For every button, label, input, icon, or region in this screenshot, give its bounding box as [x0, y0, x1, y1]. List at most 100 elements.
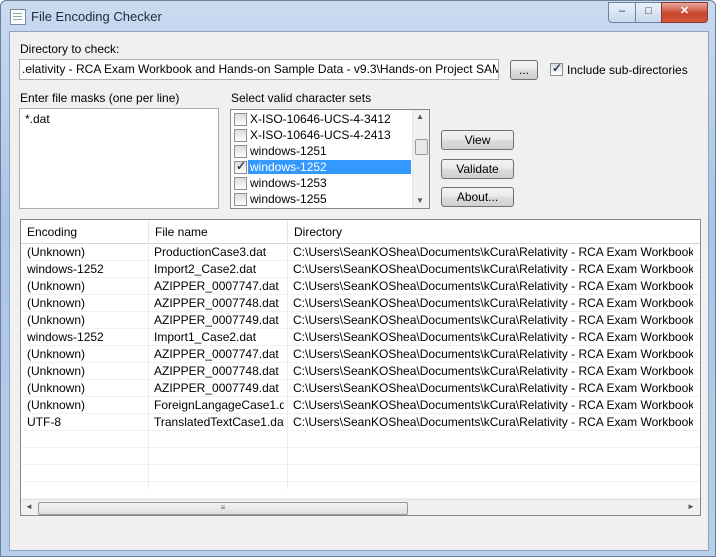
- cell-directory: C:\Users\SeanKOShea\Documents\kCura\Rela…: [293, 330, 693, 344]
- table-row[interactable]: (Unknown) AZIPPER_0007747.dat C:\Users\Sea…: [21, 278, 700, 295]
- directory-label: Directory to check:: [20, 42, 120, 56]
- results-table[interactable]: Encoding File name Directory (Unknown) Pr…: [20, 219, 701, 516]
- view-button[interactable]: View: [441, 130, 514, 150]
- cell-encoding: windows-1252: [27, 330, 104, 344]
- cell-file-name: TranslatedTextCase1.dat: [154, 415, 284, 429]
- charset-checkbox[interactable]: [234, 129, 247, 142]
- scroll-right-icon[interactable]: ►: [687, 502, 695, 511]
- cell-file-name: AZIPPER_0007747.dat: [154, 347, 279, 361]
- cell-directory: C:\Users\SeanKOShea\Documents\kCura\Rela…: [293, 262, 693, 276]
- cell-encoding: (Unknown): [27, 296, 86, 310]
- scroll-thumb[interactable]: ≡: [38, 502, 408, 515]
- results-horizontal-scrollbar[interactable]: ◄ ≡ ►: [21, 499, 700, 515]
- charset-checkbox[interactable]: [234, 113, 247, 126]
- file-masks-value: *.dat: [25, 112, 50, 126]
- table-row[interactable]: UTF-8 TranslatedTextCase1.dat C:\Users\Sea…: [21, 414, 700, 431]
- cell-directory: C:\Users\SeanKOShea\Documents\kCura\Rela…: [293, 398, 693, 412]
- charset-list-scrollbar[interactable]: ▲ ▼: [412, 110, 429, 208]
- cell-file-name: AZIPPER_0007749.dat: [154, 381, 279, 395]
- charset-item[interactable]: X-ISO-10646-UCS-4-3412: [231, 111, 411, 127]
- cell-directory: C:\Users\SeanKOShea\Documents\kCura\Rela…: [293, 415, 693, 429]
- cell-file-name: AZIPPER_0007748.dat: [154, 296, 279, 310]
- charset-name: windows-1255: [250, 192, 327, 206]
- charset-item[interactable]: windows-1255: [231, 191, 411, 207]
- cell-encoding: windows-1252: [27, 262, 104, 276]
- browse-button[interactable]: ...: [510, 60, 538, 80]
- table-row[interactable]: (Unknown) AZIPPER_0007748.dat C:\Users\Sea…: [21, 295, 700, 312]
- file-masks-label: Enter file masks (one per line): [20, 91, 180, 105]
- charset-item[interactable]: windows-1251: [231, 143, 411, 159]
- charset-name: windows-1251: [250, 144, 327, 158]
- column-header-file-name[interactable]: File name: [149, 220, 288, 244]
- about-button[interactable]: About...: [441, 187, 514, 207]
- column-header-label: File name: [155, 225, 208, 239]
- cell-file-name: AZIPPER_0007747.dat: [154, 279, 279, 293]
- charset-checkbox[interactable]: [234, 177, 247, 190]
- table-row: [21, 482, 700, 499]
- charset-list[interactable]: X-ISO-10646-UCS-4-3412 X-ISO-10646-UCS-4…: [230, 109, 430, 209]
- minimize-button[interactable]: –: [608, 2, 636, 23]
- cell-directory: C:\Users\SeanKOShea\Documents\kCura\Rela…: [293, 313, 693, 327]
- app-window-icon: [10, 9, 26, 25]
- cell-directory: C:\Users\SeanKOShea\Documents\kCura\Rela…: [293, 364, 693, 378]
- charset-checkbox[interactable]: [234, 193, 247, 206]
- cell-file-name: ForeignLangageCase1.dat: [154, 398, 284, 412]
- directory-input[interactable]: .elativity - RCA Exam Workbook and Hands…: [19, 59, 499, 80]
- grip-icon: ≡: [220, 503, 226, 512]
- column-header-label: Directory: [294, 225, 343, 239]
- include-subdirectories-label: Include sub-directories: [567, 63, 688, 77]
- table-row[interactable]: (Unknown) ProductionCase3.dat C:\Users\Sea…: [21, 244, 700, 261]
- scroll-thumb[interactable]: [415, 139, 428, 155]
- charset-name: X-ISO-10646-UCS-4-2413: [250, 128, 391, 142]
- cell-encoding: (Unknown): [27, 245, 86, 259]
- cell-encoding: (Unknown): [27, 279, 86, 293]
- table-row[interactable]: (Unknown) AZIPPER_0007748.dat C:\Users\Sea…: [21, 363, 700, 380]
- cell-file-name: AZIPPER_0007749.dat: [154, 313, 279, 327]
- table-row[interactable]: (Unknown) AZIPPER_0007749.dat C:\Users\Sea…: [21, 380, 700, 397]
- cell-file-name: AZIPPER_0007748.dat: [154, 364, 279, 378]
- cell-directory: C:\Users\SeanKOShea\Documents\kCura\Rela…: [293, 296, 693, 310]
- table-row[interactable]: windows-1252 Import1_Case2.dat C:\Users\Se…: [21, 329, 700, 346]
- charset-name: windows-1253: [250, 176, 327, 190]
- cell-encoding: (Unknown): [27, 347, 86, 361]
- cell-file-name: Import1_Case2.dat: [154, 330, 257, 344]
- window-title: File Encoding Checker: [31, 9, 162, 24]
- scroll-up-icon[interactable]: ▲: [416, 112, 424, 121]
- table-row[interactable]: (Unknown) AZIPPER_0007747.dat C:\Users\Sea…: [21, 346, 700, 363]
- cell-encoding: (Unknown): [27, 364, 86, 378]
- cell-directory: C:\Users\SeanKOShea\Documents\kCura\Rela…: [293, 245, 693, 259]
- cell-encoding: (Unknown): [27, 313, 86, 327]
- charset-name: X-ISO-10646-UCS-4-3412: [250, 112, 391, 126]
- close-button[interactable]: ✕: [661, 2, 708, 23]
- column-header-label: Encoding: [27, 225, 78, 239]
- table-row[interactable]: (Unknown) AZIPPER_0007749.dat C:\Users\Sea…: [21, 312, 700, 329]
- include-subdirectories-checkbox[interactable]: [550, 61, 563, 76]
- table-row: [21, 448, 700, 465]
- charset-name: windows-1252: [248, 160, 411, 174]
- file-masks-input[interactable]: *.dat: [19, 108, 219, 209]
- cell-directory: C:\Users\SeanKOShea\Documents\kCura\Rela…: [293, 347, 693, 361]
- column-header-encoding[interactable]: Encoding: [21, 220, 149, 244]
- table-row[interactable]: windows-1252 Import2_Case2.dat C:\Users\Se…: [21, 261, 700, 278]
- charsets-label: Select valid character sets: [231, 91, 372, 105]
- directory-input-value: .elativity - RCA Exam Workbook and Hands…: [22, 62, 498, 76]
- scroll-left-icon[interactable]: ◄: [25, 502, 33, 511]
- charset-checkbox[interactable]: [234, 145, 247, 158]
- cell-file-name: ProductionCase3.dat: [154, 245, 267, 259]
- cell-encoding: (Unknown): [27, 381, 86, 395]
- cell-directory: C:\Users\SeanKOShea\Documents\kCura\Rela…: [293, 279, 693, 293]
- scroll-down-icon[interactable]: ▼: [416, 196, 424, 205]
- charset-checkbox[interactable]: [234, 159, 247, 174]
- cell-file-name: Import2_Case2.dat: [154, 262, 257, 276]
- main-panel: Directory to check: .elativity - RCA Exa…: [9, 31, 709, 551]
- table-row[interactable]: (Unknown) ForeignLangageCase1.dat C:\Users…: [21, 397, 700, 414]
- maximize-button[interactable]: □: [635, 2, 662, 23]
- column-header-directory[interactable]: Directory: [288, 220, 700, 244]
- table-row: [21, 465, 700, 482]
- title-bar[interactable]: File Encoding Checker – □ ✕: [1, 1, 715, 31]
- charset-item-selected[interactable]: windows-1252: [231, 159, 411, 175]
- validate-button[interactable]: Validate: [441, 159, 514, 179]
- charset-item[interactable]: windows-1253: [231, 175, 411, 191]
- cell-encoding: (Unknown): [27, 398, 86, 412]
- charset-item[interactable]: X-ISO-10646-UCS-4-2413: [231, 127, 411, 143]
